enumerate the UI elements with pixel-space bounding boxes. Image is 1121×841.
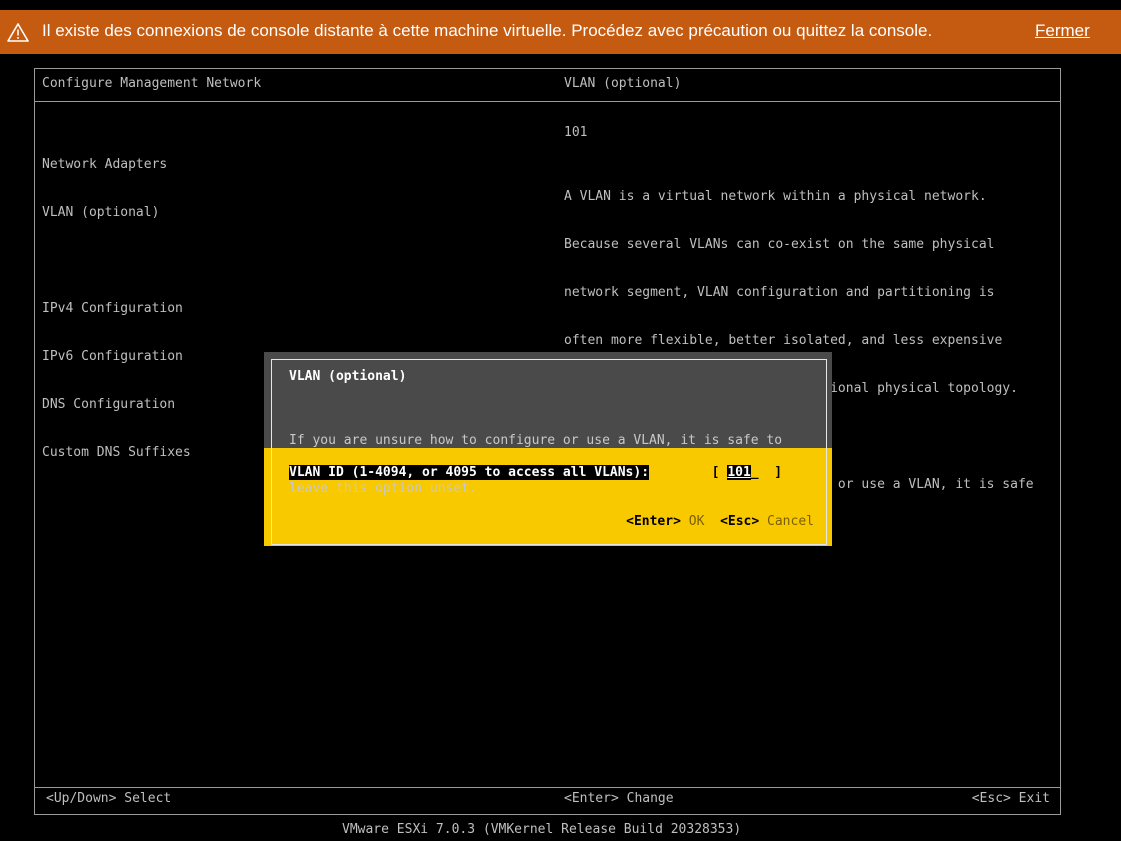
status-change-hint: <Enter> Change [564,791,674,806]
vlan-dialog: VLAN (optional) If you are unsure how to… [264,352,832,546]
vlan-id-field-row: VLAN ID (1-4094, or 4095 to access all V… [289,465,783,480]
dialog-message-line: leave this option unset. [289,481,477,496]
left-panel-title: Configure Management Network [42,76,262,91]
description-line: A VLAN is a virtual network within a phy… [564,189,987,204]
menu-item-vlan[interactable]: VLAN (optional) [42,205,191,221]
status-exit-hint: <Esc> Exit [971,791,1050,806]
version-string: VMware ESXi 7.0.3 (VMKernel Release Buil… [342,822,742,837]
description-line: network segment, VLAN configuration and … [564,285,995,300]
vlan-id-input[interactable]: 101 [727,465,751,480]
menu-item-ipv4[interactable]: IPv4 Configuration [42,301,191,317]
dialog-actions: <Enter> OK <Esc> Cancel [626,514,814,529]
close-banner-link[interactable]: Fermer [1035,21,1090,41]
banner-message: Il existe des connexions de console dist… [42,21,933,40]
vlan-id-label: VLAN ID (1-4094, or 4095 to access all V… [289,465,650,480]
dialog-message-line: If you are unsure how to configure or us… [289,433,783,448]
ok-action[interactable]: <Enter> OK [626,514,704,529]
menu-item-network-adapters[interactable]: Network Adapters [42,157,191,173]
description-line: often more flexible, better isolated, an… [564,333,1003,348]
network-menu: Network Adapters VLAN (optional) IPv4 Co… [42,125,191,493]
current-vlan-value: 101 [564,125,588,140]
right-panel-title: VLAN (optional) [564,76,682,91]
menu-item-ipv6[interactable]: IPv6 Configuration [42,349,191,365]
cancel-action[interactable]: <Esc> Cancel [720,514,814,529]
menu-item-dns[interactable]: DNS Configuration [42,397,191,413]
remote-console-warning-banner: Il existe des connexions de console dist… [0,10,1121,54]
warning-icon [7,23,29,47]
footer-divider [35,787,1060,788]
description-line: Because several VLANs can co-exist on th… [564,237,995,252]
menu-item-dns-suffixes[interactable]: Custom DNS Suffixes [42,445,191,461]
dialog-title: VLAN (optional) [289,369,407,384]
header-divider [35,101,1060,102]
status-select-hint: <Up/Down> Select [46,791,172,806]
